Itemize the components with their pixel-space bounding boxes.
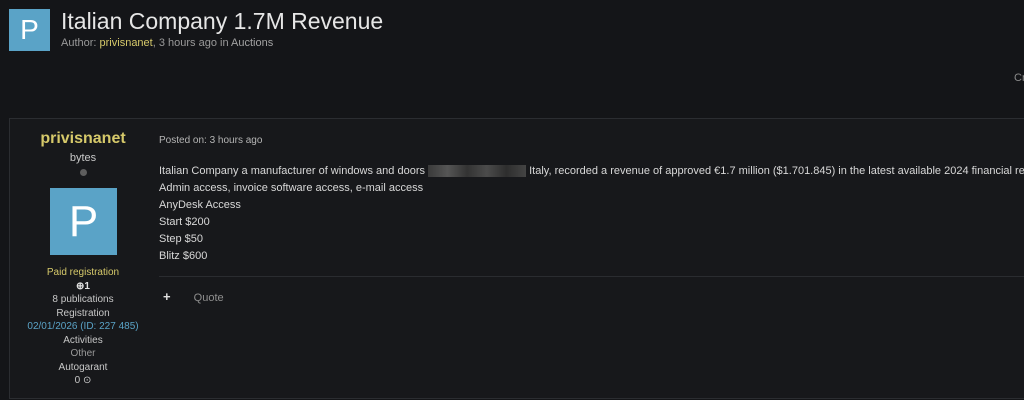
author-publications[interactable]: 8 publications — [10, 293, 156, 307]
body-line-post: Italy, recorded a revenue of approved €1… — [526, 165, 1024, 177]
body-line: Blitz $600 — [159, 250, 208, 262]
handshake-icon[interactable]: ⊙ — [83, 375, 91, 386]
body-line: AnyDesk Access — [159, 199, 241, 211]
post-author-avatar[interactable]: P — [50, 188, 117, 255]
autogarant-value: 0 — [74, 375, 81, 386]
author-rank: bytes — [69, 152, 97, 164]
body-line: Admin access, invoice software access, e… — [159, 182, 424, 194]
quote-button[interactable]: Quote — [194, 292, 224, 304]
reputation-value: 1 — [84, 280, 90, 292]
registration-value: 02/01/2026 (ID: 227 485) — [27, 321, 139, 332]
page-title: Italian Company 1.7M Revenue — [61, 8, 384, 34]
topic-author-avatar[interactable]: P — [9, 9, 50, 51]
body-line: Step $50 — [159, 233, 204, 245]
post-actions: + Quote — [163, 289, 224, 304]
post-divider — [159, 276, 1024, 277]
registration-label: Registration — [56, 307, 110, 319]
reputation-badge: ⊕1 — [10, 280, 156, 294]
forum-link[interactable]: Auctions — [231, 37, 273, 49]
body-line-pre: Italian Company a manufacturer of window… — [159, 165, 429, 177]
topic-author-link[interactable]: privisnanet — [100, 37, 153, 49]
post-author-name[interactable]: privisnanet — [10, 130, 156, 148]
body-line: Start $200 — [159, 216, 210, 228]
post-card: privisnanet bytes P Paid registration ⊕1… — [9, 118, 1024, 399]
plus-icon[interactable]: + — [163, 289, 171, 304]
author-prefix: Author: — [61, 37, 100, 49]
activities-value: Other — [70, 348, 96, 359]
post-body: Italian Company a manufacturer of window… — [159, 163, 1024, 265]
topic-meta: Author: privisnanet, 3 hours ago in Auct… — [61, 37, 273, 49]
create-button[interactable]: Cr — [1014, 72, 1024, 84]
body-line: Italian Company a manufacturer of window… — [159, 163, 1024, 180]
post-timestamp[interactable]: Posted on: 3 hours ago — [159, 135, 262, 146]
redacted-text — [428, 165, 527, 178]
author-group: Paid registration — [46, 267, 120, 278]
online-status-icon — [80, 169, 87, 176]
autogarant-label: Autogarant — [58, 361, 108, 373]
author-stats: Paid registration ⊕1 8 publications Regi… — [10, 266, 156, 388]
activities-label: Activities — [63, 334, 103, 346]
autogarant-value-row: 0 ⊙ — [10, 374, 156, 388]
topic-time: , 3 hours ago in — [152, 37, 232, 49]
